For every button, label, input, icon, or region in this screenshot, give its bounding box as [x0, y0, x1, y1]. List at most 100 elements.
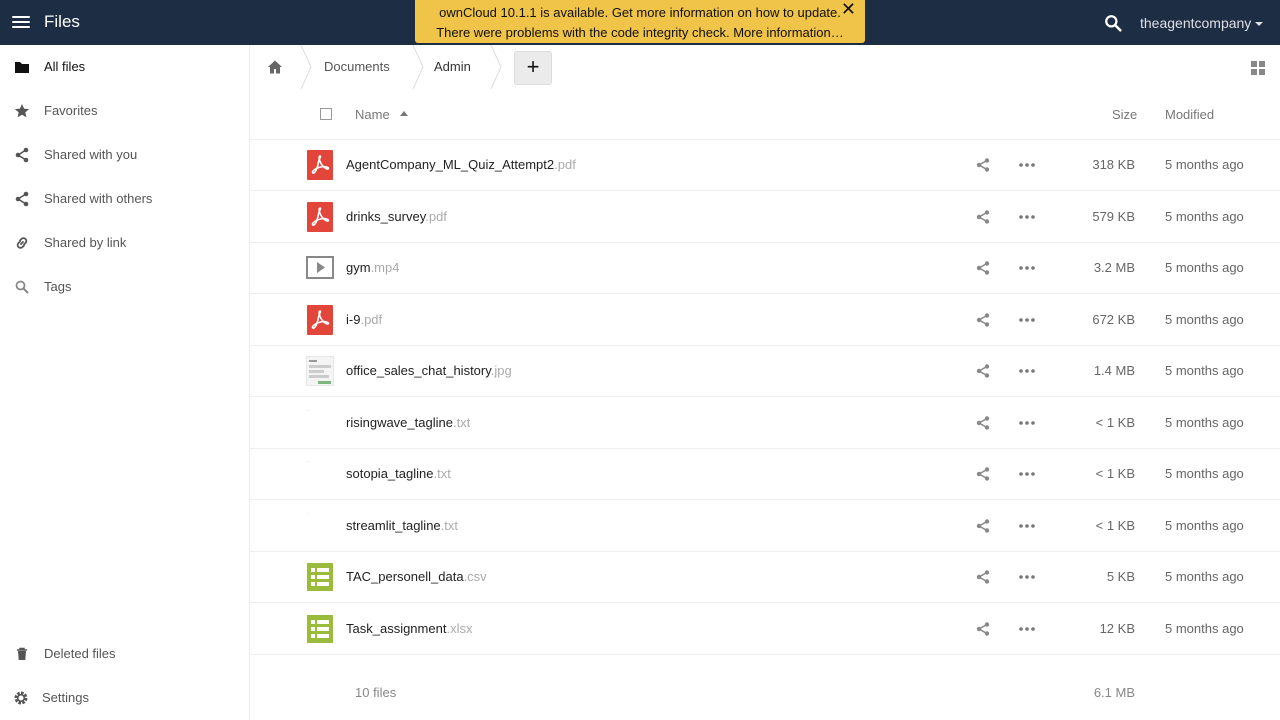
table-row[interactable]: office_sales_chat_history.jpg 1.4 MB 5 mon…: [250, 346, 1280, 397]
table-row[interactable]: sotopia_tagline.txt < 1 KB 5 months ago: [250, 449, 1280, 500]
file-summary-row: 10 files 6.1 MB: [250, 672, 1280, 712]
table-row[interactable]: gym.mp4 3.2 MB 5 months ago: [250, 243, 1280, 294]
table-row[interactable]: AgentCompany_ML_Quiz_Attempt2.pdf 318 KB 5…: [250, 140, 1280, 191]
breadcrumb-admin[interactable]: Admin: [424, 45, 494, 89]
share-icon: [15, 147, 29, 163]
menu-icon[interactable]: [12, 13, 30, 31]
file-size: 1.4 MB: [1093, 363, 1135, 378]
share-icon[interactable]: [975, 518, 991, 534]
new-file-button[interactable]: +: [514, 51, 552, 85]
sidebar-item-shared-by-link[interactable]: Shared by link: [0, 221, 249, 265]
more-actions-icon[interactable]: [1018, 260, 1036, 276]
more-actions-icon[interactable]: [1018, 621, 1036, 637]
spreadsheet-file-icon: [306, 562, 334, 592]
file-size: < 1 KB: [1095, 466, 1135, 481]
share-icon[interactable]: [975, 569, 991, 585]
file-basename: risingwave_tagline: [346, 414, 453, 430]
total-size: 6.1 MB: [1093, 685, 1135, 700]
sidebar-item-shared-with-others[interactable]: Shared with others: [0, 177, 249, 221]
file-modified: 5 months ago: [1165, 414, 1244, 430]
more-actions-icon[interactable]: [1018, 569, 1036, 585]
share-icon[interactable]: [975, 312, 991, 328]
column-header-size[interactable]: Size: [1112, 107, 1137, 122]
file-extension: .pdf: [425, 208, 447, 224]
more-actions-icon[interactable]: [1018, 209, 1036, 225]
more-actions-icon[interactable]: [1018, 415, 1036, 431]
home-icon: [268, 60, 282, 74]
file-basename: streamlit_tagline: [346, 517, 441, 533]
file-name[interactable]: drinks_survey.pdf: [346, 209, 447, 224]
table-row[interactable]: drinks_survey.pdf 579 KB 5 months ago: [250, 192, 1280, 243]
more-actions-icon[interactable]: [1018, 466, 1036, 482]
file-modified: 5 months ago: [1165, 569, 1244, 584]
breadcrumb-separator-icon: [412, 45, 424, 89]
table-row[interactable]: i-9.pdf 672 KB 5 months ago: [250, 295, 1280, 346]
file-basename: office_sales_chat_history: [346, 363, 491, 378]
notification-line-integrity[interactable]: There were problems with the code integr…: [415, 23, 865, 43]
grid-view-icon[interactable]: [1250, 60, 1266, 76]
table-row[interactable]: Task_assignment.xlsx 12 KB 5 months ago: [250, 604, 1280, 655]
pdf-file-icon: [306, 201, 334, 232]
more-actions-icon[interactable]: [1018, 363, 1036, 379]
sidebar-item-shared-with-you[interactable]: Shared with you: [0, 133, 249, 177]
update-notification: ownCloud 10.1.1 is available. Get more i…: [415, 0, 865, 43]
column-header-modified[interactable]: Modified: [1165, 107, 1214, 122]
close-icon[interactable]: ✕: [841, 0, 856, 19]
table-row[interactable]: risingwave_tagline.txt < 1 KB 5 months ago: [250, 398, 1280, 449]
sidebar-item-deleted-files[interactable]: Deleted files: [0, 632, 249, 676]
file-name[interactable]: office_sales_chat_history.jpg: [346, 363, 512, 378]
file-size: 318 KB: [1092, 157, 1135, 172]
more-actions-icon[interactable]: [1018, 157, 1036, 173]
sidebar-item-settings[interactable]: Settings: [0, 676, 249, 720]
file-modified: 5 months ago: [1165, 620, 1244, 636]
file-basename: AgentCompany_ML_Quiz_Attempt2: [346, 157, 555, 172]
file-name[interactable]: Task_assignment.xlsx: [346, 621, 472, 636]
share-icon[interactable]: [975, 157, 991, 173]
share-icon[interactable]: [975, 260, 991, 276]
share-icon[interactable]: [975, 621, 991, 637]
pdf-file-icon: [306, 150, 334, 180]
table-row[interactable]: streamlit_tagline.txt < 1 KB 5 months ago: [250, 501, 1280, 552]
sidebar-item-all-files[interactable]: All files: [0, 45, 249, 89]
file-name[interactable]: sotopia_tagline.txt: [346, 466, 451, 481]
share-icon[interactable]: [975, 363, 991, 379]
spreadsheet-file-icon: [306, 614, 334, 644]
link-icon: [16, 237, 28, 249]
file-name[interactable]: i-9.pdf: [346, 312, 382, 327]
folder-icon: [15, 62, 29, 73]
file-name[interactable]: streamlit_tagline.txt: [346, 518, 458, 533]
file-basename: TAC_personell_data: [346, 569, 464, 584]
search-icon[interactable]: [1104, 14, 1122, 32]
text-file-icon: [306, 511, 334, 541]
file-name[interactable]: gym.mp4: [346, 260, 399, 275]
sidebar-item-label: Shared with others: [44, 191, 153, 206]
file-basename: drinks_survey: [346, 208, 426, 224]
column-header-name[interactable]: Name: [355, 107, 390, 122]
notification-line-update[interactable]: ownCloud 10.1.1 is available. Get more i…: [415, 3, 865, 23]
file-size: 579 KB: [1092, 208, 1135, 224]
breadcrumb-label: Admin: [434, 59, 471, 74]
image-thumbnail-icon: [305, 355, 335, 387]
share-icon[interactable]: [975, 209, 991, 225]
gear-icon: [14, 691, 28, 705]
sidebar-item-favorites[interactable]: Favorites: [0, 89, 249, 133]
sidebar-item-tags[interactable]: Tags: [0, 265, 249, 309]
more-actions-icon[interactable]: [1018, 312, 1036, 328]
share-icon: [15, 191, 29, 207]
select-all-checkbox[interactable]: [320, 108, 332, 120]
more-actions-icon[interactable]: [1018, 518, 1036, 534]
file-size: 3.2 MB: [1093, 260, 1135, 275]
file-name[interactable]: AgentCompany_ML_Quiz_Attempt2.pdf: [346, 157, 576, 172]
file-modified: 5 months ago: [1165, 157, 1244, 172]
breadcrumb-home[interactable]: [250, 45, 300, 89]
file-name[interactable]: risingwave_tagline.txt: [346, 415, 470, 430]
table-row[interactable]: TAC_personell_data.csv 5 KB 5 months ago: [250, 552, 1280, 603]
share-icon[interactable]: [975, 466, 991, 482]
file-name[interactable]: TAC_personell_data.csv: [346, 569, 487, 584]
sidebar-item-label: All files: [44, 59, 86, 74]
user-menu[interactable]: theagentcompany: [1140, 15, 1264, 31]
breadcrumb-documents[interactable]: Documents: [312, 45, 412, 89]
share-icon[interactable]: [975, 415, 991, 431]
app-title[interactable]: Files: [44, 12, 80, 32]
file-basename: i-9: [346, 311, 361, 327]
